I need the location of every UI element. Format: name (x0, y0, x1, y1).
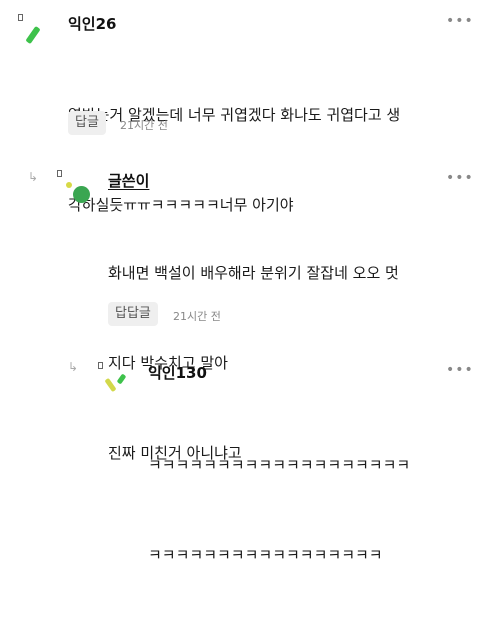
comment-body: ㅋㅋㅋㅋㅋㅋㅋㅋㅋㅋㅋㅋㅋㅋㅋㅋㅋㅋㅋ ㅋㅋㅋㅋㅋㅋㅋㅋㅋㅋㅋㅋㅋㅋㅋㅋㅋ (148, 390, 410, 630)
reply-arrow-icon: ↳ (28, 170, 39, 184)
timestamp: 21시간 전 (120, 119, 168, 132)
avatar-dot-icon (66, 182, 72, 188)
comment-line: ㅋㅋㅋㅋㅋㅋㅋㅋㅋㅋㅋㅋㅋㅋㅋㅋㅋ (148, 546, 383, 564)
comment-author[interactable]: 글쓴이 (108, 170, 149, 191)
more-options-icon[interactable]: ••• (446, 362, 474, 378)
avatar-icon (25, 25, 41, 45)
reply-button[interactable]: 답글 (68, 111, 106, 135)
avatar-icon (73, 186, 90, 203)
comment-author[interactable]: 익인26 (68, 13, 116, 34)
comment-author[interactable]: 익인130 (148, 362, 207, 383)
avatar-marker (98, 362, 103, 369)
reply-arrow-icon: ↳ (68, 360, 79, 374)
avatar-marker (57, 170, 62, 177)
comment-line: ㅋㅋㅋㅋㅋㅋㅋㅋㅋㅋㅋㅋㅋㅋㅋㅋㅋㅋㅋ (148, 456, 411, 474)
comment-line: 화내면 백설이 배우해라 분위기 잘잡네 오오 멋 (108, 264, 399, 282)
comment-line: 열받는거 알겠는데 너무 귀엽겠다 화나도 귀엽다고 생 (68, 106, 401, 124)
avatar-marker (18, 14, 23, 21)
more-options-icon[interactable]: ••• (446, 13, 474, 29)
timestamp: 21시간 전 (173, 310, 221, 323)
more-options-icon[interactable]: ••• (446, 170, 474, 186)
reply-button[interactable]: 답답글 (108, 302, 158, 326)
